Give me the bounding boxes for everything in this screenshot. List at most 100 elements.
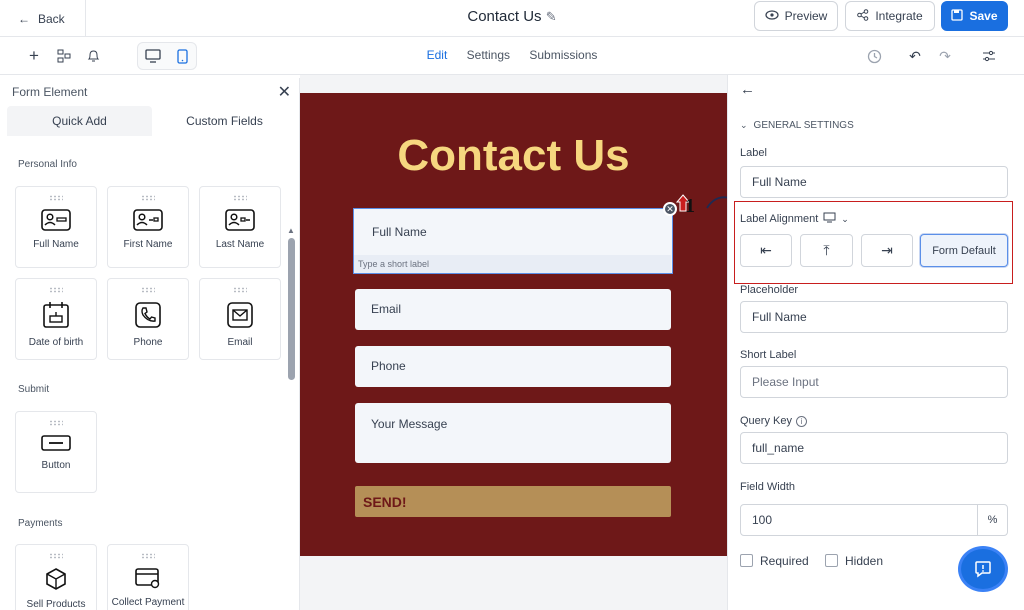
drag-handle-icon — [49, 420, 63, 426]
remove-field-icon[interactable]: ✕ — [663, 202, 677, 216]
element-full-name[interactable]: Full Name — [15, 186, 97, 268]
tab-settings[interactable]: Settings — [467, 48, 510, 62]
section-payments: Payments — [18, 518, 63, 529]
bell-icon[interactable] — [83, 46, 103, 66]
payments-grid: Sell Products Collect Payment — [15, 544, 189, 610]
short-label-field[interactable]: Please Input — [740, 366, 1008, 398]
send-button[interactable]: SEND! — [355, 486, 671, 517]
personal-info-grid: Full Name First Name Last Name — [15, 186, 281, 268]
save-label: Save — [969, 9, 998, 23]
element-label: Last Name — [215, 239, 265, 250]
settings-panel: ← ⌄ GENERAL SETTINGS Label Full Name Lab… — [727, 75, 1024, 610]
drag-handle-icon — [49, 195, 63, 201]
field-width-title: Field Width — [740, 481, 796, 493]
element-email[interactable]: Email — [199, 278, 281, 360]
drag-handle-icon — [233, 195, 247, 201]
element-label: Email — [227, 337, 253, 348]
layers-icon[interactable] — [54, 46, 74, 66]
scroll-up-arrow[interactable]: ▲ — [287, 226, 295, 235]
label-input[interactable]: Full Name — [740, 166, 1008, 198]
redo-icon[interactable]: ↷ — [935, 46, 955, 66]
full-name-field-selected[interactable]: Full Name Type a short label — [353, 208, 673, 274]
save-button[interactable]: Save — [941, 1, 1008, 31]
section-personal-info: Personal Info — [18, 159, 77, 170]
section-title: GENERAL SETTINGS — [753, 120, 854, 131]
element-label: Date of birth — [28, 337, 84, 348]
device-switcher — [137, 42, 197, 70]
step-badge: 1 — [676, 194, 706, 220]
panel-header: Form Element ✕ — [5, 78, 299, 106]
top-bar: ← Back Contact Us ✎ Preview Integrate Sa… — [0, 0, 1024, 37]
undo-icon[interactable]: ↶ — [905, 46, 925, 66]
panel-tabs: Quick Add Custom Fields — [7, 106, 297, 136]
info-icon[interactable]: i — [795, 415, 807, 427]
integrate-button[interactable]: Integrate — [845, 1, 935, 31]
drag-handle-icon — [141, 195, 155, 201]
chevron-down-icon: ⌄ — [740, 120, 748, 130]
drag-handle-icon — [233, 287, 247, 293]
label-title: Label — [740, 147, 767, 159]
panel-back-icon[interactable]: ← — [740, 81, 755, 98]
preview-button[interactable]: Preview — [754, 1, 838, 31]
tab-quick-add[interactable]: Quick Add — [7, 106, 152, 136]
form-title-text[interactable]: Contact Us — [467, 8, 541, 25]
form-element-panel: Form Element ✕ Quick Add Custom Fields P… — [5, 78, 300, 610]
support-chat-button[interactable] — [961, 549, 1005, 589]
label-alignment-highlight — [734, 201, 1013, 284]
placeholder-input[interactable]: Full Name — [740, 301, 1008, 333]
tab-edit[interactable]: Edit — [427, 48, 448, 62]
id-card-icon — [225, 209, 255, 231]
short-label-title: Short Label — [740, 349, 797, 361]
mobile-icon[interactable] — [172, 46, 192, 66]
pencil-icon[interactable]: ✎ — [546, 9, 557, 24]
chat-icon — [975, 561, 991, 578]
history-icon[interactable] — [864, 46, 884, 66]
hidden-checkbox[interactable] — [825, 554, 838, 567]
back-button[interactable]: ← Back — [0, 0, 86, 37]
general-settings-header[interactable]: ⌄ GENERAL SETTINGS — [740, 120, 854, 131]
phone-field[interactable]: Phone — [355, 346, 671, 387]
query-key-input[interactable]: full_name — [740, 432, 1008, 464]
arrow-left-icon: ← — [18, 11, 30, 26]
element-label: Collect Payment — [111, 597, 185, 608]
message-textarea[interactable]: Your Message — [355, 403, 671, 463]
section-submit: Submit — [18, 384, 50, 395]
tab-submissions[interactable]: Submissions — [529, 48, 597, 62]
drag-handle-icon — [141, 553, 155, 559]
plus-icon[interactable]: + — [24, 46, 44, 66]
floppy-icon — [951, 8, 964, 24]
tab-custom-fields[interactable]: Custom Fields — [152, 106, 297, 136]
email-field[interactable]: Email — [355, 289, 671, 330]
form-heading[interactable]: Contact Us — [300, 131, 727, 181]
panel-title: Form Element — [12, 85, 88, 99]
query-key-text: Query Key — [740, 415, 792, 427]
full-name-field-label: Full Name — [372, 225, 427, 239]
element-label: Full Name — [33, 239, 79, 250]
step-number: 1 — [685, 195, 695, 217]
placeholder-title: Placeholder — [740, 284, 799, 296]
element-phone[interactable]: Phone — [107, 278, 189, 360]
phone-icon — [135, 302, 161, 328]
element-button[interactable]: Button — [15, 411, 97, 493]
desktop-icon[interactable] — [143, 46, 163, 66]
submit-grid: Button — [15, 411, 97, 493]
element-last-name[interactable]: Last Name — [199, 186, 281, 268]
sliders-icon[interactable] — [979, 46, 999, 66]
editor-toolbar: + Edit Settings Submissions ↶ ↷ — [0, 37, 1024, 75]
box-icon — [46, 568, 66, 590]
element-label: First Name — [123, 239, 173, 250]
close-icon[interactable]: ✕ — [278, 82, 291, 102]
panel-scrollbar[interactable] — [288, 238, 295, 380]
personal-info-grid-2: Date of birth Phone Email — [15, 278, 281, 360]
field-width-input[interactable]: 100 % — [740, 504, 1008, 536]
element-sell-products[interactable]: Sell Products — [15, 544, 97, 610]
element-first-name[interactable]: First Name — [107, 186, 189, 268]
element-date-of-birth[interactable]: Date of birth — [15, 278, 97, 360]
required-checkbox[interactable] — [740, 554, 753, 567]
element-collect-payment[interactable]: Collect Payment — [107, 544, 189, 610]
required-label: Required — [760, 554, 809, 568]
short-label-input[interactable]: Type a short label — [354, 255, 671, 273]
element-label: Button — [41, 460, 71, 471]
credit-card-icon — [135, 568, 160, 589]
drag-handle-icon — [49, 553, 63, 559]
